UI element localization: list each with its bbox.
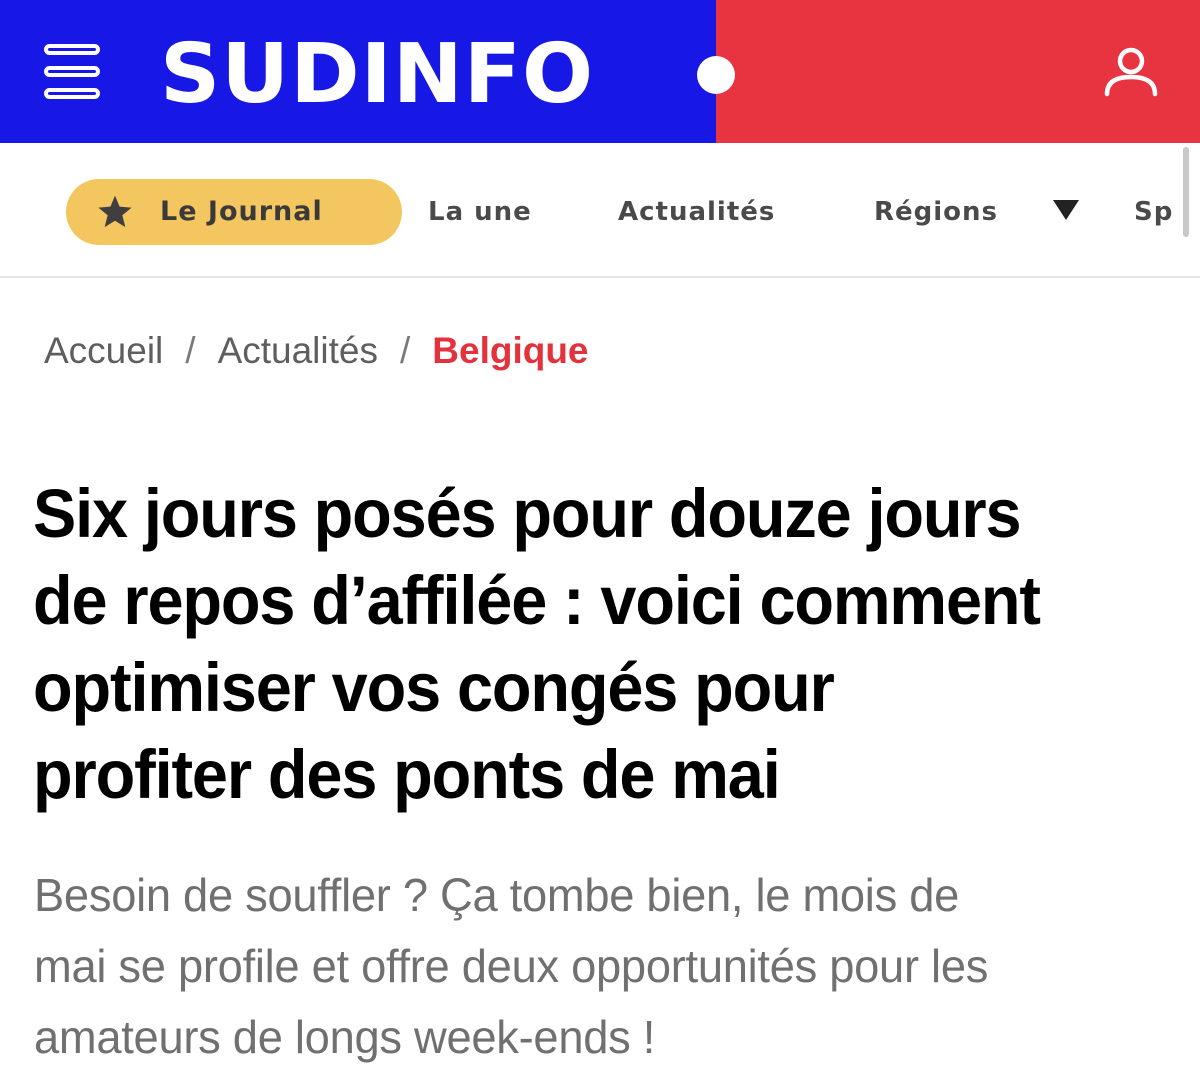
nav-item-sports-truncated[interactable]: Sp [1134, 179, 1173, 245]
breadcrumb-accueil[interactable]: Accueil [44, 330, 163, 371]
nav-item-la-une[interactable]: La une [428, 179, 532, 245]
site-logo[interactable]: SUDINFO [160, 30, 594, 120]
site-header: SUDINFO [0, 0, 1200, 143]
headline-line: profiter des ponts de mai [33, 736, 781, 813]
lead-line: Besoin de souffler ? Ça tombe bien, le m… [34, 869, 960, 921]
headline-line: de repos d’affilée : voici comment [33, 562, 1041, 639]
menu-bar [44, 88, 100, 99]
nav-divider [0, 276, 1200, 278]
user-icon-graphic [1104, 47, 1158, 97]
caret-down-icon[interactable] [1052, 199, 1080, 221]
headline-line: optimiser vos congés pour [33, 649, 835, 726]
breadcrumb: Accueil / Actualités / Belgique [44, 326, 589, 376]
breadcrumb-actualites[interactable]: Actualités [218, 330, 378, 371]
page: SUDINFO Le Journal La une Actualités Rég… [0, 0, 1200, 1092]
star-icon [98, 195, 132, 228]
lead-line: amateurs de longs week-ends ! [34, 1011, 656, 1063]
menu-bar [44, 44, 100, 55]
lead-line: mai se profile et offre deux opportunité… [34, 940, 989, 992]
nav-item-actualites[interactable]: Actualités [618, 179, 775, 245]
user-account-icon[interactable] [1098, 40, 1164, 106]
article-lead: Besoin de souffler ? Ça tombe bien, le m… [34, 860, 1167, 1073]
breadcrumb-separator: / [399, 330, 411, 371]
nav-item-label: Le Journal [160, 196, 323, 227]
breadcrumb-separator: / [185, 330, 196, 371]
nav-item-le-journal[interactable]: Le Journal [66, 179, 402, 245]
nav-item-regions[interactable]: Régions [874, 179, 998, 245]
article-headline: Six jours posés pour douze jours de repo… [33, 470, 1114, 818]
hamburger-menu-icon[interactable] [40, 44, 104, 102]
breadcrumb-belgique[interactable]: Belgique [432, 330, 588, 371]
logo-dot [697, 56, 735, 94]
menu-bar [44, 66, 100, 77]
headline-line: Six jours posés pour douze jours [33, 475, 1022, 552]
main-navigation: Le Journal La une Actualités Régions Sp [0, 143, 1200, 277]
